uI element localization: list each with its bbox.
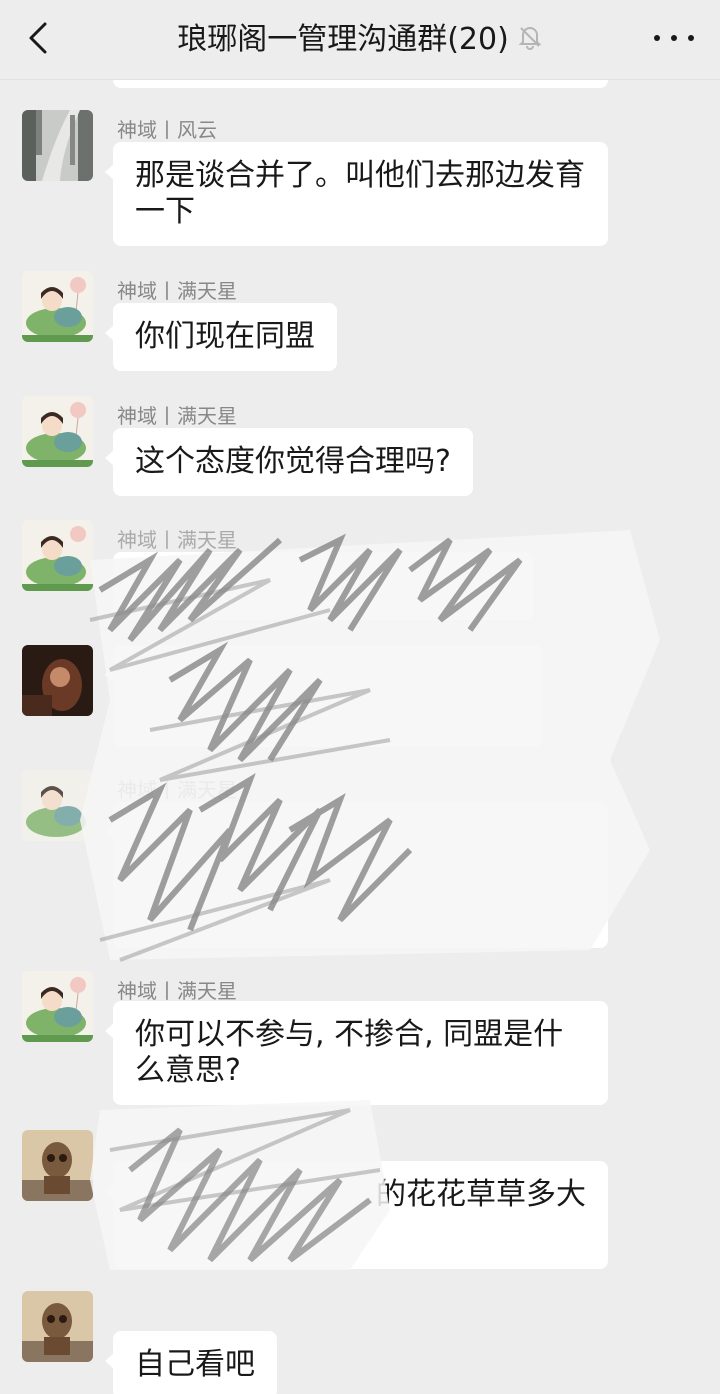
message-bubble[interactable]: 的花花草草多大 xyxy=(105,1161,608,1269)
message-bubble[interactable] xyxy=(105,802,608,948)
more-dot xyxy=(688,35,694,41)
sender-name: 神域丨风云 xyxy=(117,118,217,142)
message-bubble[interactable]: 这个态度你觉得合理吗? xyxy=(105,428,473,496)
message-bubble[interactable]: 自己看吧 xyxy=(105,1331,277,1394)
girl-avatar[interactable] xyxy=(22,520,93,591)
sender-name: 神域丨满天星 xyxy=(117,279,237,303)
bell-off-icon xyxy=(517,21,543,61)
more-dot xyxy=(671,35,677,41)
chat-title: 琅琊阁一管理沟通群(20) xyxy=(0,20,720,60)
chat-title-text: 琅琊阁一管理沟通群(20) xyxy=(177,22,509,57)
sender-name: 神域丨满天星 xyxy=(117,778,237,802)
girl-avatar[interactable] xyxy=(22,770,93,841)
message-bubble[interactable] xyxy=(105,552,533,620)
chat-header: 琅琊阁一管理沟通群(20) xyxy=(0,0,720,80)
girl-avatar[interactable] xyxy=(22,396,93,467)
girl-avatar[interactable] xyxy=(22,271,93,342)
message-text: 的花花草草多大 xyxy=(376,1177,586,1212)
more-button[interactable] xyxy=(654,26,694,50)
sender-name: 神域丨满天星 xyxy=(117,404,237,428)
sender-name: 神域丨满天星 xyxy=(117,528,237,552)
message-bubble[interactable]: 那是谈合并了。叫他们去那边发育一下 xyxy=(105,142,608,246)
message-bubble[interactable]: 你们现在同盟 xyxy=(105,303,337,371)
groot-avatar[interactable] xyxy=(22,1130,93,1201)
message-bubble[interactable]: 你可以不参与, 不掺合, 同盟是什么意思? xyxy=(105,1001,608,1105)
more-dot xyxy=(654,35,660,41)
message-bubble[interactable] xyxy=(105,645,543,747)
sender-name: 神域丨满天星 xyxy=(117,979,237,1003)
groot-avatar[interactable] xyxy=(22,1291,93,1362)
forest-avatar[interactable] xyxy=(22,110,93,181)
dark-avatar[interactable] xyxy=(22,645,93,716)
girl-avatar[interactable] xyxy=(22,971,93,1042)
